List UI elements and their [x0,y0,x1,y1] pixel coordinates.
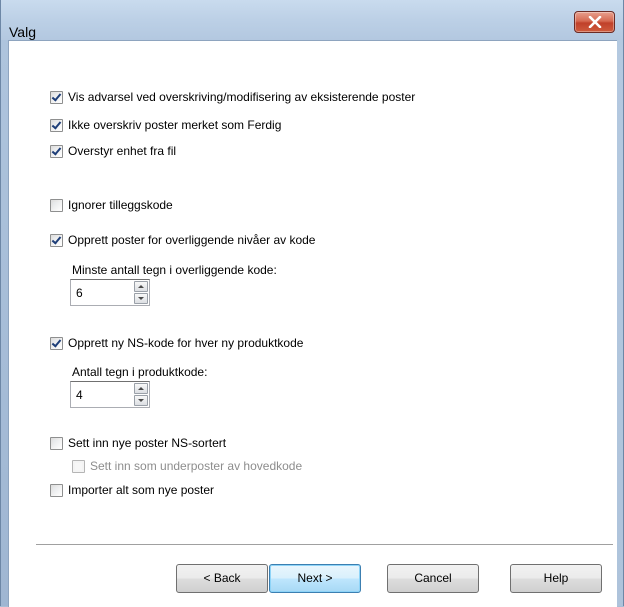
checkbox-warn-overwrite[interactable] [50,90,63,104]
window-frame-left [1,40,8,606]
option-create-parent-levels[interactable]: Opprett poster for overliggende nivåer a… [50,232,315,248]
checkbox-insert-as-subposts[interactable] [72,459,85,473]
option-override-unit[interactable]: Overstyr enhet fra fil [50,143,176,159]
option-import-all-new-label: Importer alt som nye poster [68,483,215,497]
product-chars-value[interactable]: 4 [76,388,83,402]
option-skip-finished[interactable]: Ikke overskriv poster merket som Ferdig [50,117,281,133]
checkbox-override-unit[interactable] [50,144,63,158]
min-chars-decrement-button[interactable] [134,293,148,304]
checkbox-create-parent-levels[interactable] [50,233,63,247]
checkbox-skip-finished[interactable] [50,118,63,132]
option-warn-overwrite[interactable]: Vis advarsel ved overskriving/modifiseri… [50,89,415,105]
product-chars-increment-button[interactable] [134,383,148,394]
checkbox-create-ns-code[interactable] [50,336,63,350]
close-icon [588,16,602,28]
min-chars-increment-button[interactable] [134,281,148,292]
back-button[interactable]: < Back [176,564,268,593]
min-chars-spinner[interactable]: 6 [70,279,150,306]
option-create-ns-code[interactable]: Opprett ny NS-kode for hver ny produktko… [50,335,303,351]
option-insert-as-subposts[interactable]: Sett inn som underposter av hovedkode [72,458,302,474]
option-create-ns-code-label: Opprett ny NS-kode for hver ny produktko… [68,336,304,350]
min-chars-value[interactable]: 6 [76,286,83,300]
next-button[interactable]: Next > [269,564,361,593]
button-separator [36,544,613,546]
option-ignore-addon-code[interactable]: Ignorer tilleggskode [50,197,173,213]
option-create-parent-levels-label: Opprett poster for overliggende nivåer a… [68,233,316,247]
close-button[interactable] [574,11,615,33]
option-warn-overwrite-label: Vis advarsel ved overskriving/modifiseri… [68,90,416,104]
option-insert-ns-sorted-label: Sett inn nye poster NS-sortert [68,436,227,450]
option-skip-finished-label: Ikke overskriv poster merket som Ferdig [68,118,282,132]
option-ignore-addon-code-label: Ignorer tilleggskode [68,198,173,212]
help-button[interactable]: Help [510,564,602,593]
option-override-unit-label: Overstyr enhet fra fil [68,144,177,158]
title-bar[interactable]: Valg [1,0,623,40]
checkbox-ignore-addon-code[interactable] [50,198,63,212]
dialog-window: Valg Vis advarsel ved overskriving/modif… [0,0,624,607]
product-chars-label: Antall tegn i produktkode: [72,365,208,379]
option-insert-as-subposts-label: Sett inn som underposter av hovedkode [90,459,303,473]
checkbox-insert-ns-sorted[interactable] [50,436,63,450]
product-chars-decrement-button[interactable] [134,395,148,406]
option-import-all-new[interactable]: Importer alt som nye poster [50,482,214,498]
window-title: Valg [9,24,36,40]
min-chars-label: Minste antall tegn i overliggende kode: [72,263,277,277]
product-chars-spinner[interactable]: 4 [70,381,150,408]
option-insert-ns-sorted[interactable]: Sett inn nye poster NS-sortert [50,435,226,451]
dialog-client-area: Vis advarsel ved overskriving/modifiseri… [8,40,617,607]
cancel-button[interactable]: Cancel [387,564,479,593]
checkbox-import-all-new[interactable] [50,483,63,497]
